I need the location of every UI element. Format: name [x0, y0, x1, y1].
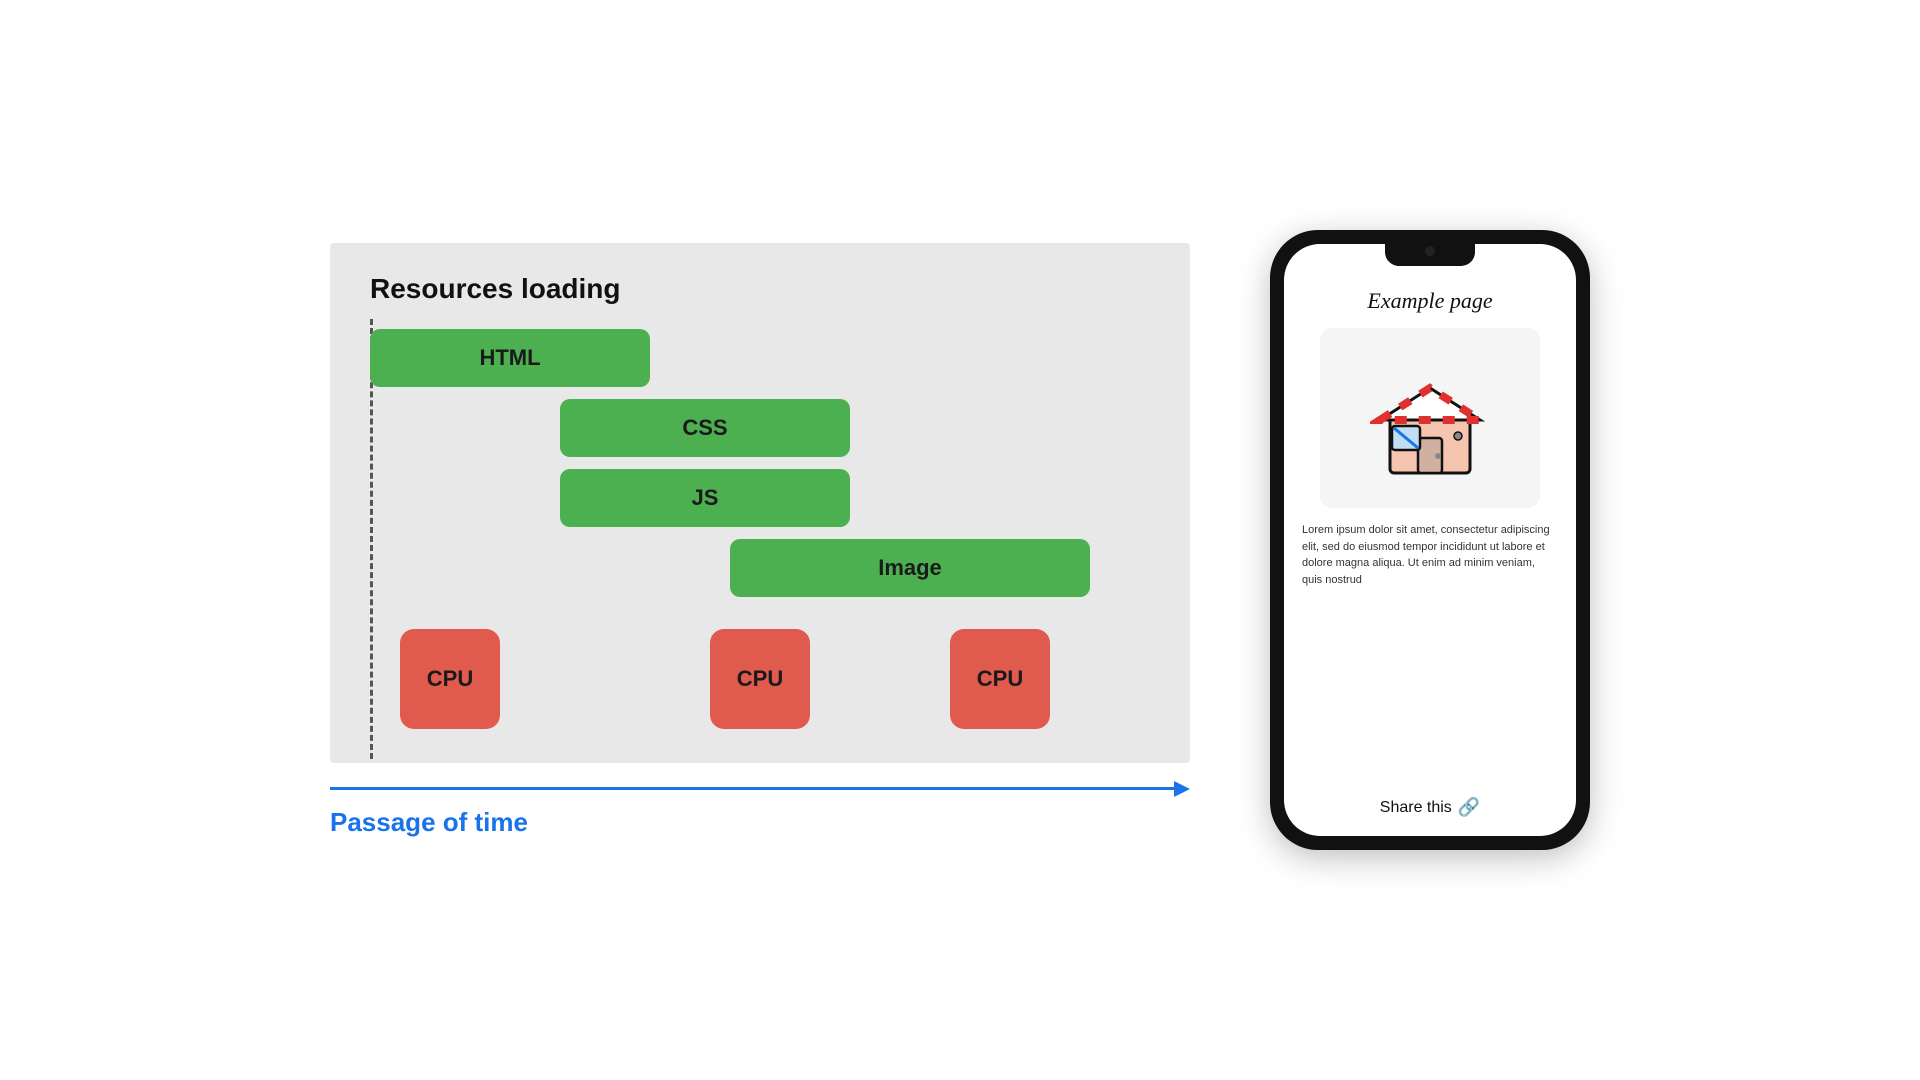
time-arrowhead — [1174, 781, 1190, 797]
phone-device: Example page — [1270, 230, 1590, 850]
cpu-box-3: CPU — [950, 629, 1050, 729]
phone-image-box — [1320, 328, 1540, 508]
cpu-box-2: CPU — [710, 629, 810, 729]
diagram-title: Resources loading — [370, 273, 1150, 305]
phone-camera — [1425, 246, 1435, 256]
time-row: Passage of time — [330, 781, 1190, 838]
store-icon — [1370, 358, 1490, 478]
phone-share-row[interactable]: Share this 🔗 — [1380, 797, 1480, 818]
js-bar: JS — [560, 469, 850, 527]
time-arrow — [330, 781, 1190, 797]
link-icon: 🔗 — [1458, 797, 1480, 818]
html-bar: HTML — [370, 329, 650, 387]
main-container: Resources loading HTML CSS JS Image — [0, 0, 1920, 1080]
phone-body-text: Lorem ipsum dolor sit amet, consectetur … — [1302, 522, 1558, 588]
cpu-box-1: CPU — [400, 629, 500, 729]
phone-section: Example page — [1270, 230, 1590, 850]
time-line — [330, 787, 1174, 790]
css-bar: CSS — [560, 399, 850, 457]
time-label: Passage of time — [330, 807, 1190, 838]
resources-area: HTML CSS JS Image CPU CPU — [370, 329, 1150, 729]
phone-screen: Example page — [1284, 244, 1576, 836]
diagram-section: Resources loading HTML CSS JS Image — [330, 243, 1190, 838]
phone-page-title: Example page — [1367, 288, 1492, 314]
share-label: Share this — [1380, 799, 1452, 817]
image-bar: Image — [730, 539, 1090, 597]
diagram-box: Resources loading HTML CSS JS Image — [330, 243, 1190, 763]
